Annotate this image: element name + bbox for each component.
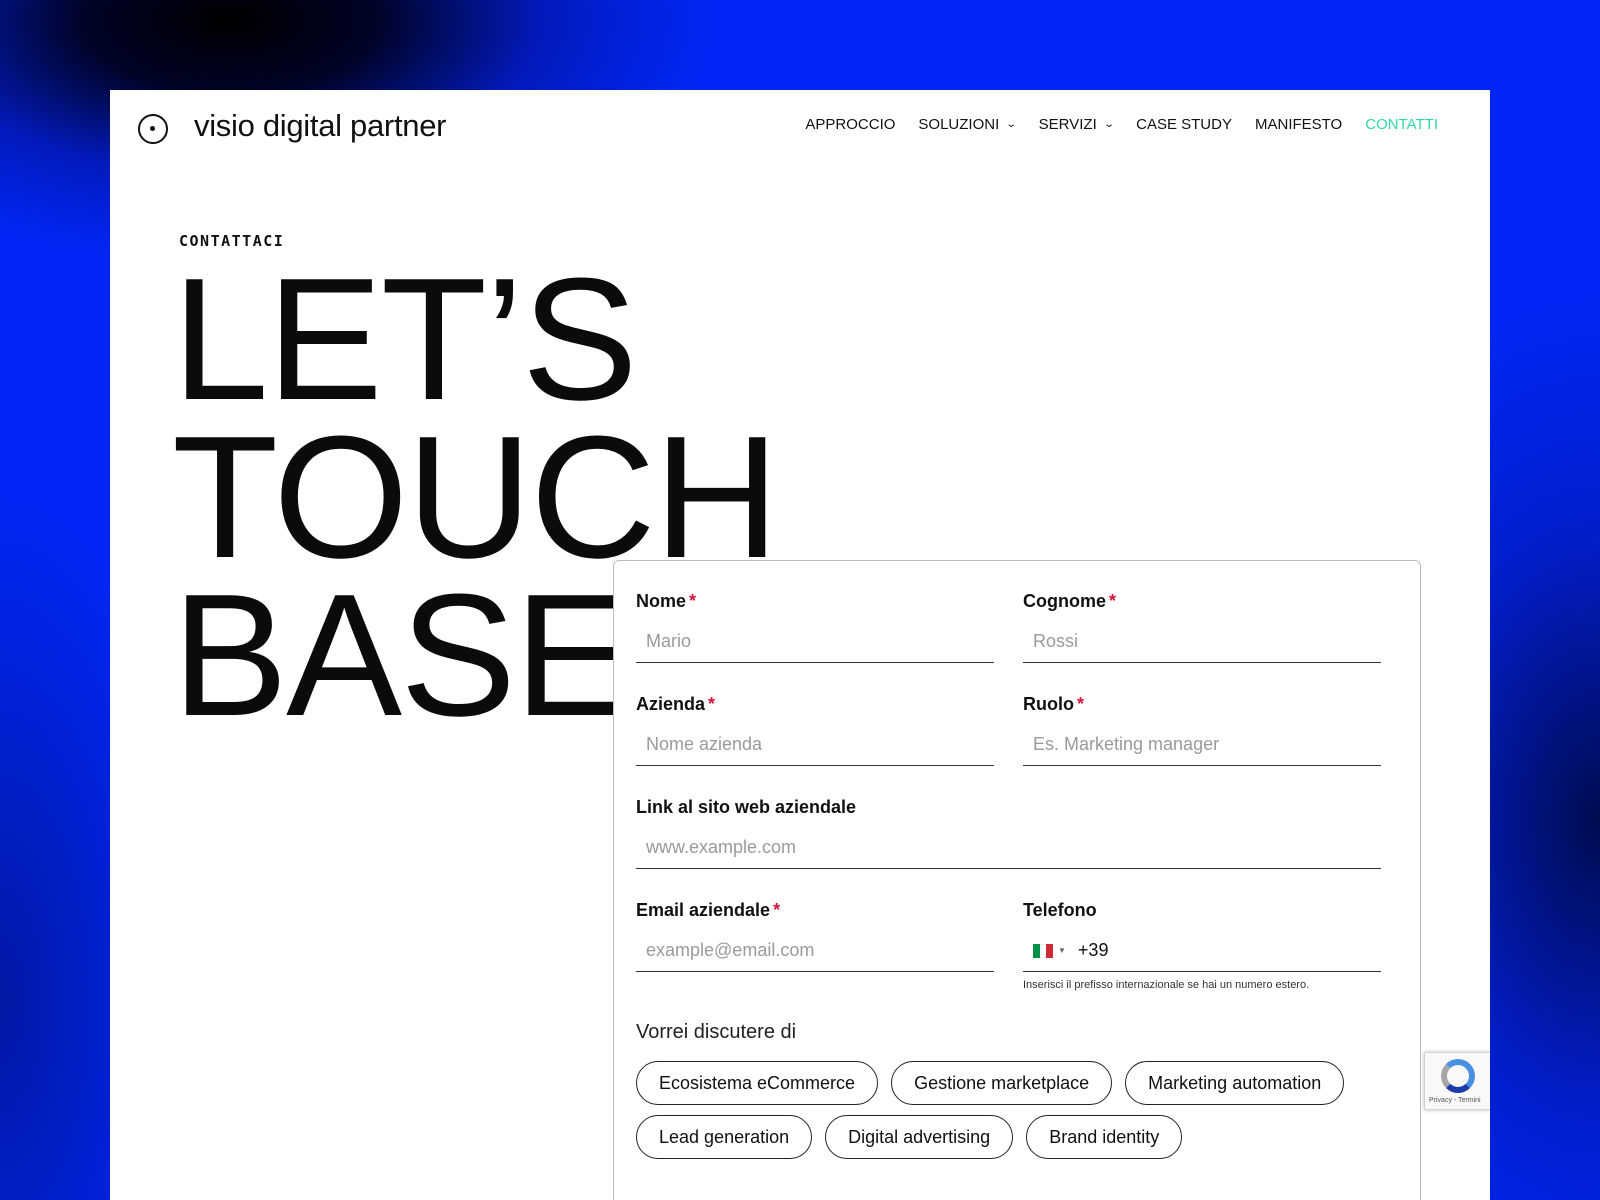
recaptcha-badge[interactable]: Privacy - Termini [1424, 1052, 1490, 1110]
field-label: Ruolo * [1023, 694, 1085, 714]
topics-label: Vorrei discutere di [636, 1021, 797, 1043]
brand-name: visio digital partner [194, 108, 447, 143]
chevron-down-icon: ⌄ [1006, 119, 1017, 130]
nav-label: SERVIZI [1038, 116, 1097, 133]
headline-line: LET’S [172, 241, 638, 436]
caret-down-icon[interactable]: ▼ [1058, 946, 1066, 955]
required-marker: * [773, 900, 781, 920]
nav-item-soluzioni[interactable]: SOLUZIONI ⌄ [918, 116, 1017, 133]
nav-label: MANIFESTO [1254, 116, 1343, 133]
field-label: Cognome * [1023, 591, 1117, 611]
headline-line: TOUCH [172, 399, 779, 594]
nome-field-group: Nome * [636, 591, 994, 663]
nav-label: APPROCCIO [805, 116, 896, 133]
chip-row: Lead generation Digital advertising Bran… [636, 1115, 1396, 1159]
field-label: Azienda * [636, 694, 716, 714]
topic-chips: Ecosistema eCommerce Gestione marketplac… [636, 1061, 1396, 1169]
italy-flag-icon[interactable] [1033, 943, 1054, 958]
topic-chip-lead-generation[interactable]: Lead generation [636, 1115, 813, 1159]
ruolo-field-group: Ruolo * [1023, 694, 1381, 766]
main-nav: APPROCCIO SOLUZIONI ⌄ SERVIZI ⌄ CASE STU… [782, 116, 1438, 133]
topic-chip-ecommerce[interactable]: Ecosistema eCommerce [636, 1061, 879, 1105]
nav-label: CASE STUDY [1136, 116, 1232, 133]
brand-logo[interactable]: visio digital partner [138, 108, 446, 144]
azienda-field-group: Azienda * [636, 694, 994, 766]
chevron-down-icon: ⌄ [1103, 119, 1115, 130]
email-field-group: Email aziendale * [636, 900, 994, 972]
logo-circle-icon [138, 114, 168, 144]
cognome-input[interactable] [1023, 621, 1381, 663]
phone-field: ▼ [1023, 930, 1381, 972]
nav-item-servizi[interactable]: SERVIZI ⌄ [1038, 116, 1115, 133]
field-label: Link al sito web aziendale [636, 797, 857, 817]
required-marker: * [708, 694, 716, 714]
chip-row: Ecosistema eCommerce Gestione marketplac… [636, 1061, 1396, 1105]
phone-helper-text: Inserisci il prefisso internazionale se … [1023, 979, 1310, 991]
cognome-field-group: Cognome * [1023, 591, 1381, 663]
required-marker: * [1077, 694, 1085, 714]
nav-item-case-study[interactable]: CASE STUDY [1136, 116, 1232, 133]
field-label: Nome * [636, 591, 697, 611]
nav-item-contatti[interactable]: CONTATTI [1365, 116, 1438, 133]
nav-item-approccio[interactable]: APPROCCIO [805, 116, 895, 133]
nav-label: SOLUZIONI [918, 116, 1000, 133]
recaptcha-links[interactable]: Privacy - Termini [1429, 1097, 1481, 1104]
contact-form: Nome* Cognome* Azienda* Ruolo* Link al s… [613, 560, 1421, 1200]
required-marker: * [1109, 591, 1117, 611]
field-label: Telefono [1023, 900, 1097, 920]
email-input[interactable] [636, 930, 994, 972]
nav-label: CONTATTI [1365, 116, 1438, 133]
topic-chip-digital-advertising[interactable]: Digital advertising [825, 1115, 1014, 1159]
nome-input[interactable] [636, 621, 994, 663]
topic-chip-marketing-automation[interactable]: Marketing automation [1125, 1061, 1345, 1105]
topic-chip-marketplace[interactable]: Gestione marketplace [891, 1061, 1113, 1105]
azienda-input[interactable] [636, 724, 994, 766]
topic-chip-brand-identity[interactable]: Brand identity [1026, 1115, 1183, 1159]
phone-input[interactable] [1077, 940, 1381, 961]
field-label: Email aziendale * [636, 900, 781, 920]
required-marker: * [689, 591, 697, 611]
browser-page: visio digital partner APPROCCIO SOLUZION… [110, 90, 1490, 1200]
website-input[interactable] [636, 827, 1381, 869]
sito-field-group: Link al sito web aziendale [636, 797, 1381, 869]
ruolo-input[interactable] [1023, 724, 1381, 766]
telefono-field-group: Telefono ▼ Inserisci il prefisso interna… [1023, 900, 1381, 991]
recaptcha-icon [1441, 1059, 1475, 1093]
nav-item-manifesto[interactable]: MANIFESTO [1255, 116, 1342, 133]
